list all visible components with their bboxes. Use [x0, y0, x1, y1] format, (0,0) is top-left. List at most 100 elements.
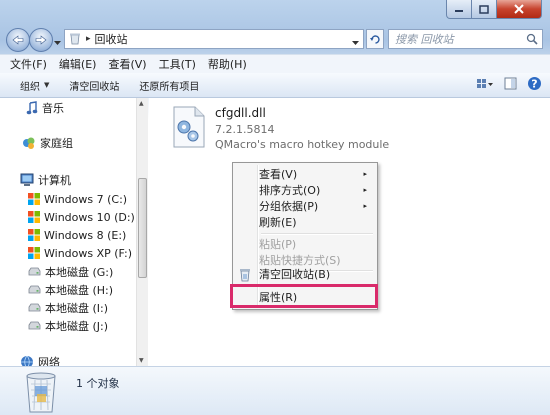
menu-item-label: 清空回收站(B): [259, 268, 331, 281]
hard-drive-icon: [28, 285, 41, 295]
menu-edit[interactable]: 编辑(E): [53, 56, 103, 72]
menu-item-label: 刷新(E): [259, 216, 297, 229]
nav-item-label: Windows XP (F:): [44, 246, 133, 260]
nav-item-drive-c[interactable]: Windows 7 (C:): [28, 190, 127, 208]
menu-item-label: 分组依据(P): [259, 200, 319, 213]
maximize-button[interactable]: [472, 0, 497, 19]
network-icon: [20, 355, 34, 366]
preview-pane-button[interactable]: [504, 77, 517, 90]
close-button[interactable]: [497, 0, 542, 19]
nav-item-drive-d[interactable]: Windows 10 (D:): [28, 208, 135, 226]
minimize-icon: [455, 10, 463, 12]
nav-item-drive-e[interactable]: Windows 8 (E:): [28, 226, 126, 244]
file-item-cfgdll[interactable]: cfgdll.dll 7.2.1.5814 QMacro's macro hot…: [171, 104, 431, 154]
recycle-bin-icon: [238, 266, 252, 285]
scroll-up-arrow[interactable]: ▲: [139, 100, 144, 107]
submenu-arrow-icon: ▸: [363, 202, 367, 210]
context-menu-refresh[interactable]: 刷新(E): [235, 214, 375, 230]
title-bar: [0, 0, 550, 22]
scroll-down-arrow[interactable]: ▼: [139, 357, 144, 364]
recycle-bin-small-icon: [68, 31, 82, 48]
nav-item-label: 本地磁盘 (H:): [45, 284, 114, 297]
restore-all-button[interactable]: 还原所有项目: [129, 78, 209, 93]
windows-drive-icon: [28, 247, 40, 259]
navigation-scrollbar[interactable]: ▲ ▼: [136, 98, 148, 366]
nav-item-computer[interactable]: 计算机: [20, 171, 71, 189]
scrollbar-thumb[interactable]: [138, 178, 147, 278]
context-menu-view[interactable]: 查看(V) ▸: [235, 166, 375, 182]
chevron-down-icon: [54, 41, 61, 45]
address-dropdown[interactable]: [352, 36, 359, 49]
address-bar[interactable]: ▸ 回收站: [64, 29, 364, 49]
back-button[interactable]: [6, 28, 30, 52]
submenu-arrow-icon: ▸: [363, 170, 367, 178]
context-menu-empty-bin[interactable]: 清空回收站(B): [235, 266, 375, 282]
arrow-left-icon: [12, 35, 24, 45]
nav-item-drive-f[interactable]: Windows XP (F:): [28, 244, 132, 262]
preview-pane-icon: [504, 77, 517, 90]
close-icon: [514, 4, 524, 14]
breadcrumb-separator: ▸: [86, 34, 91, 44]
breadcrumb-recycle-bin[interactable]: 回收站: [95, 31, 128, 47]
hard-drive-icon: [28, 321, 41, 331]
menu-file[interactable]: 文件(F): [0, 56, 53, 72]
forward-button[interactable]: [29, 28, 53, 52]
context-menu-group[interactable]: 分组依据(P) ▸: [235, 198, 375, 214]
menu-help[interactable]: 帮助(H): [202, 56, 253, 72]
svg-text:?: ?: [531, 78, 537, 91]
nav-item-label: 网络: [38, 356, 60, 366]
nav-item-drive-j[interactable]: 本地磁盘 (J:): [28, 317, 108, 335]
nav-item-label: 本地磁盘 (G:): [45, 266, 114, 279]
view-controls: ?: [466, 76, 542, 91]
nav-item-drive-g[interactable]: 本地磁盘 (G:): [28, 263, 113, 281]
file-name: cfgdll.dll: [215, 106, 266, 120]
file-description: QMacro's macro hotkey module: [215, 138, 390, 151]
address-row: ▸ 回收站: [0, 24, 550, 54]
item-count: 1 个对象: [76, 377, 120, 390]
refresh-button[interactable]: [366, 29, 384, 49]
nav-item-network[interactable]: 网络: [20, 353, 60, 366]
windows-drive-icon: [28, 229, 40, 241]
minimize-button[interactable]: [446, 0, 472, 19]
nav-item-drive-h[interactable]: 本地磁盘 (H:): [28, 281, 113, 299]
organize-button[interactable]: 组织 ▼: [0, 78, 59, 93]
search-box[interactable]: [388, 29, 543, 49]
change-view-button[interactable]: [476, 78, 494, 90]
command-bar: 组织 ▼ 清空回收站 还原所有项目 ?: [0, 73, 550, 98]
nav-item-label: Windows 10 (D:): [44, 210, 135, 224]
menu-view[interactable]: 查看(V): [102, 56, 152, 72]
search-icon: [526, 33, 538, 48]
window-controls: [446, 0, 542, 19]
organize-label: 组织: [20, 81, 40, 93]
context-menu-sort[interactable]: 排序方式(O) ▸: [235, 182, 375, 198]
file-version: 7.2.1.5814: [215, 123, 275, 136]
chevron-down-icon: [352, 41, 359, 45]
windows-drive-icon: [28, 211, 40, 223]
chevron-down-icon: ▼: [44, 81, 50, 89]
properties-highlight-box: [230, 284, 378, 308]
menu-item-label: 查看(V): [259, 168, 298, 181]
explorer-window: ▸ 回收站 文件(F) 编辑(E) 查看(V) 工具(T) 帮助(H) 组织 ▼…: [0, 0, 550, 415]
empty-recycle-bin-button[interactable]: 清空回收站: [59, 78, 129, 93]
nav-item-label: 本地磁盘 (J:): [45, 320, 109, 333]
nav-item-label: 本地磁盘 (I:): [45, 302, 109, 315]
help-icon: ?: [528, 77, 541, 91]
refresh-icon: [369, 34, 380, 44]
search-input[interactable]: [389, 30, 531, 48]
hard-drive-icon: [28, 303, 41, 313]
context-menu-paste: 粘贴(P): [235, 236, 375, 252]
help-button[interactable]: ?: [527, 76, 542, 91]
menu-item-label: 排序方式(O): [259, 184, 321, 197]
menu-tools[interactable]: 工具(T): [153, 56, 202, 72]
menu-item-label: 粘贴(P): [259, 238, 297, 251]
menu-separator: [261, 233, 373, 235]
nav-item-music[interactable]: 音乐: [26, 99, 64, 117]
maximize-icon: [479, 4, 489, 14]
nav-item-homegroup[interactable]: 家庭组: [22, 134, 73, 152]
nav-item-drive-i[interactable]: 本地磁盘 (I:): [28, 299, 108, 317]
dll-file-icon: [171, 106, 207, 151]
recent-pages-dropdown[interactable]: [54, 36, 61, 49]
arrow-right-icon: [35, 35, 47, 45]
computer-icon: [20, 173, 34, 187]
recycle-bin-icon: [22, 370, 60, 415]
